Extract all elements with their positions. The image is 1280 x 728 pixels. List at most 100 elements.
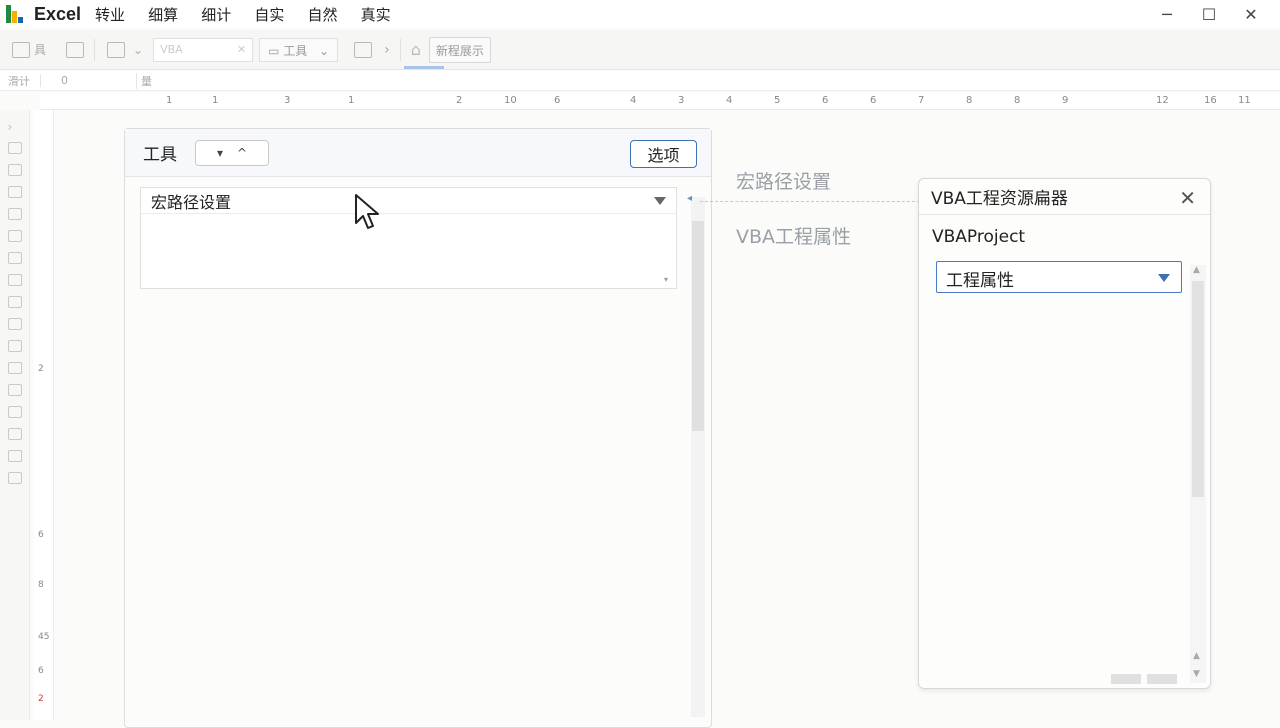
ruler-label: 1 (348, 95, 355, 106)
ruler-label: 3 (678, 95, 685, 106)
ruler-label: 5 (774, 95, 781, 106)
resize-handle-icon[interactable]: ▾ (664, 275, 668, 284)
ruler-label: 4 (726, 95, 733, 106)
cell-value[interactable]: 0 (40, 74, 136, 87)
users-icon[interactable] (7, 362, 22, 374)
ruler-label: 4 (630, 95, 637, 106)
grid-icon[interactable] (7, 450, 22, 462)
scroll-up-icon[interactable]: ▲ (1193, 651, 1200, 661)
window-icon[interactable] (7, 186, 22, 198)
maximize-button[interactable]: ☐ (1188, 0, 1230, 28)
app-name: Excel (34, 3, 82, 24)
caret-up-icon[interactable]: ^ (237, 146, 247, 160)
mouse-cursor-icon (355, 194, 379, 229)
ruler-label: 6 (554, 95, 561, 106)
name-box[interactable]: 滑计 (0, 73, 40, 89)
ruler-label: 10 (504, 95, 517, 106)
menu-item-2[interactable]: 细算 (148, 6, 178, 24)
ruler-label: 1 (212, 95, 219, 106)
clipboard-icon[interactable] (7, 142, 22, 154)
toolbar-item-label[interactable]: 具 (34, 41, 46, 58)
ruler-label: 8 (38, 580, 44, 590)
horizontal-ruler: 1 1 3 1 2 10 6 4 3 4 5 6 6 7 8 8 9 12 16… (40, 92, 1280, 110)
dropdown-arrow-icon[interactable] (654, 197, 666, 205)
scrollbar[interactable]: ◂ (687, 193, 705, 717)
ruler-label: 45 (38, 632, 50, 642)
refresh-icon[interactable] (7, 428, 22, 440)
drop-icon[interactable] (7, 296, 22, 308)
arrow-icon[interactable] (7, 230, 22, 242)
caret-down-icon[interactable]: ▾ (217, 146, 223, 160)
chevron-right-icon[interactable]: › (8, 120, 22, 134)
menu-item-6[interactable]: 真实 (361, 6, 391, 24)
window-controls: ─ ☐ ✕ (1146, 0, 1272, 28)
macro-path-select-value: 宏路径设置 (151, 192, 232, 212)
menu-item-1[interactable]: 转业 (95, 6, 125, 24)
search-placeholder: VBA (160, 42, 183, 56)
tool-icon[interactable] (7, 318, 22, 330)
shield-icon[interactable] (7, 340, 22, 352)
pen-icon[interactable] (7, 252, 22, 264)
folder-icon[interactable] (7, 406, 22, 418)
ruler-label: 9 (1062, 95, 1069, 106)
chevron-right-icon[interactable]: › (384, 42, 390, 58)
ruler-label: 6 (870, 95, 877, 106)
scroll-segment[interactable] (1147, 674, 1177, 684)
active-tab-indicator (404, 66, 444, 69)
macro-path-select[interactable]: 宏路径设置 (141, 188, 676, 214)
scroll-up-icon[interactable]: ▲ (1193, 265, 1200, 275)
connector-line (700, 201, 920, 202)
dropdown-arrow-icon[interactable] (1158, 274, 1170, 282)
select-value: 工程属性 (946, 271, 1014, 291)
view-icon[interactable] (12, 41, 30, 58)
layout-icon[interactable] (66, 41, 85, 58)
ruler-label: 2 (456, 95, 463, 106)
minimize-button[interactable]: ─ (1146, 0, 1188, 28)
vba-panel-header: VBA工程资源扁器 ✕ (919, 179, 1210, 215)
fx-label: 量 (136, 72, 166, 89)
ruler-label: 12 (1156, 95, 1169, 106)
left-icon-rail: › (0, 110, 30, 720)
close-icon[interactable]: ✕ (1179, 186, 1196, 210)
scrollbar[interactable]: ▲ ▲ ▼ (1190, 265, 1206, 683)
options-button[interactable]: 选项 (630, 140, 697, 168)
tag-icon[interactable] (7, 164, 22, 176)
menu-item-3[interactable]: 细计 (201, 6, 231, 24)
chevron-down-icon[interactable]: ⌄ (133, 43, 143, 57)
scroll-down-icon[interactable]: ▼ (1193, 669, 1200, 679)
page-icon[interactable] (107, 41, 126, 58)
panel-title: 工具 (143, 145, 177, 165)
scrollbar-thumb[interactable] (692, 221, 704, 431)
horizontal-scrollbar[interactable] (1111, 674, 1181, 684)
hand-icon[interactable] (7, 274, 22, 286)
formula-bar: 滑计 0 量 (0, 71, 1280, 91)
close-button[interactable]: ✕ (1230, 0, 1272, 28)
chevron-down-icon: ⌄ (319, 43, 330, 58)
project-properties-select[interactable]: 工程属性 (936, 261, 1182, 293)
gear-icon[interactable] (7, 472, 22, 484)
macro-path-label: 宏路径设置 (736, 171, 832, 193)
project-view-button[interactable]: 新程展示 (428, 36, 491, 63)
sort-control[interactable]: ▾ ^ (195, 139, 269, 166)
chart-icon[interactable] (7, 208, 22, 220)
scrollbar-thumb[interactable] (1192, 281, 1204, 497)
divider (399, 38, 401, 61)
list-icon[interactable] (354, 41, 373, 58)
arrow-left-icon[interactable]: ◂ (687, 193, 692, 204)
menu-item-5[interactable]: 自然 (307, 6, 337, 24)
toolbar: 具 ⌄ VBA ✕ ▭ 工具 ⌄ › ⌂ 新程展示 (0, 30, 1280, 70)
home-icon[interactable]: ⌂ (411, 40, 421, 59)
ruler-label: 11 (1238, 95, 1251, 106)
ruler-label: 6 (822, 95, 829, 106)
scroll-segment[interactable] (1111, 674, 1141, 684)
search-input[interactable]: VBA ✕ (153, 37, 254, 62)
ruler-label: 8 (1014, 95, 1021, 106)
vba-project-explorer: VBA工程资源扁器 ✕ VBAProject 工程属性 ▲ ▲ ▼ (918, 178, 1211, 689)
menu-item-4[interactable]: 自实 (254, 6, 284, 24)
ruler-label: 7 (918, 95, 925, 106)
clear-icon[interactable]: ✕ (237, 43, 246, 56)
title-bar: Excel 转业 细算 细计 自实 自然 真实 ─ ☐ ✕ (0, 0, 1280, 28)
book-icon[interactable] (7, 384, 22, 396)
ruler-label: 16 (1204, 95, 1217, 106)
tools-dropdown[interactable]: ▭ 工具 ⌄ (259, 37, 339, 62)
